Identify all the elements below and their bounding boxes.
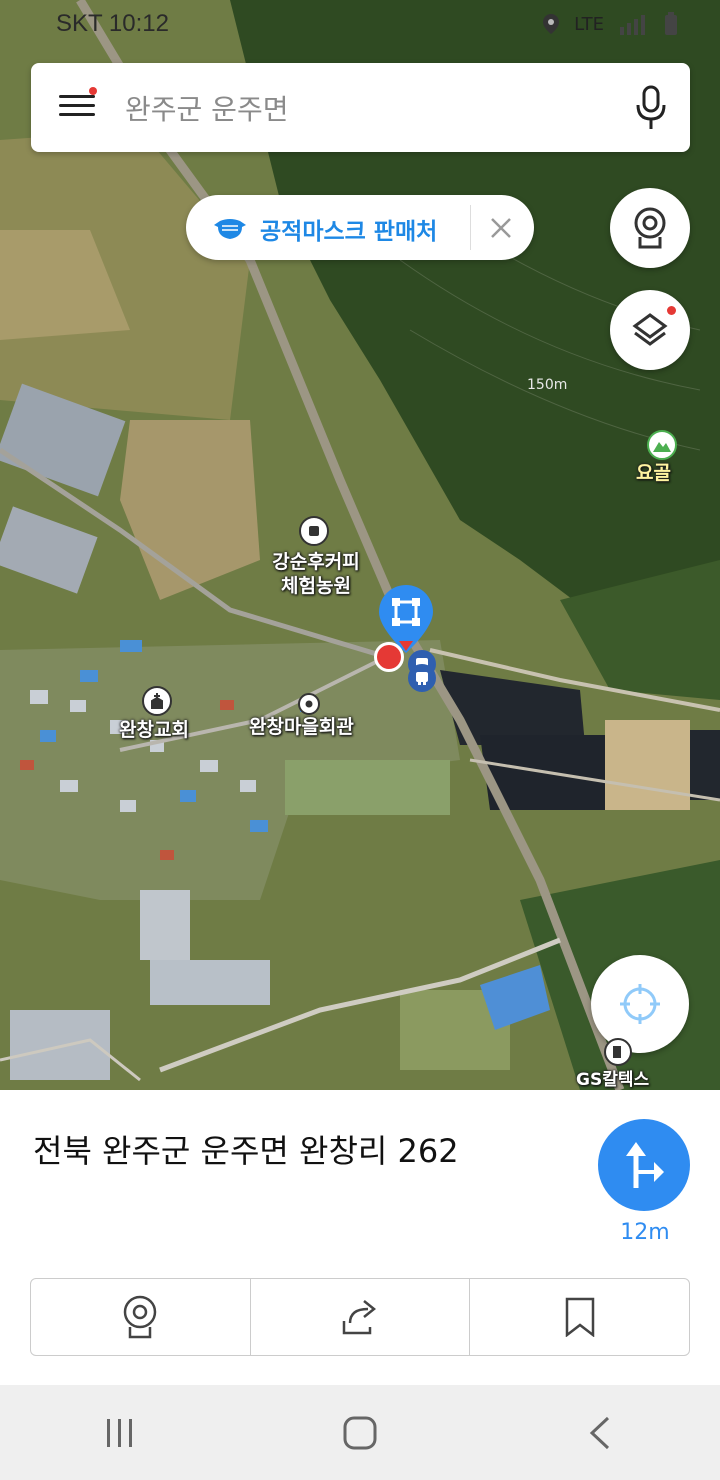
microphone-icon[interactable] — [634, 85, 668, 131]
home-button[interactable] — [330, 1403, 390, 1463]
turn-right-icon — [626, 1142, 664, 1188]
mask-seller-chip[interactable]: 공적마스크 판매처 — [186, 195, 534, 260]
action-bar — [30, 1278, 690, 1356]
layers-button[interactable] — [610, 290, 690, 370]
mask-seller-label: 공적마스크 판매처 — [260, 219, 438, 245]
home-icon — [343, 1416, 377, 1449]
recent-apps-icon — [107, 1418, 132, 1447]
menu-icon-line — [59, 95, 95, 98]
distance-label: 12m — [620, 1220, 670, 1245]
battery-icon — [665, 12, 677, 35]
mask-icon — [214, 219, 246, 239]
satellite-imagery — [0, 0, 720, 1090]
share-button[interactable] — [251, 1279, 471, 1355]
search-bar[interactable]: 완주군 운주면 — [31, 63, 690, 152]
close-icon[interactable] — [489, 216, 513, 240]
chip-divider — [470, 205, 471, 250]
layers-notification-dot — [667, 306, 676, 315]
share-icon — [342, 1300, 377, 1335]
cctv-icon — [124, 1295, 157, 1339]
church-poi-icon[interactable] — [142, 686, 172, 716]
menu-button[interactable] — [59, 87, 97, 125]
crosshair-icon — [620, 984, 660, 1024]
network-type: LTE — [574, 13, 604, 35]
valley-label: 요골 — [636, 462, 671, 484]
farm-label: 강순후커피 체험농원 — [272, 551, 360, 597]
current-location-dot — [374, 642, 404, 672]
notification-dot — [89, 87, 97, 95]
contour-label: 150m — [527, 377, 568, 393]
directions-button[interactable] — [598, 1119, 690, 1211]
recent-apps-button[interactable] — [90, 1403, 150, 1463]
map-view[interactable]: SKT 10:12 LTE 완주군 운주면 공적마스크 판매처 150m 요골 … — [0, 0, 720, 1090]
hall-label: 완창마을회관 — [249, 716, 354, 738]
cctv-button[interactable] — [610, 188, 690, 268]
gas-station-label: GS칼텍스 — [576, 1070, 650, 1090]
place-address: 전북 완주군 운주면 완창리 262 — [33, 1132, 459, 1170]
carrier-time: SKT 10:12 — [56, 10, 169, 37]
signal-icon — [620, 15, 645, 35]
back-icon — [589, 1416, 610, 1449]
my-location-button[interactable] — [591, 955, 689, 1053]
cctv-action-button[interactable] — [31, 1279, 251, 1355]
bus-stop-icon-2[interactable] — [408, 664, 436, 692]
status-bar: SKT 10:12 LTE — [0, 0, 720, 50]
cctv-icon — [634, 207, 666, 249]
search-input[interactable]: 완주군 운주면 — [125, 88, 288, 128]
back-button[interactable] — [570, 1403, 630, 1463]
bookmark-button[interactable] — [470, 1279, 689, 1355]
system-nav-bar — [0, 1385, 720, 1480]
bookmark-icon — [565, 1297, 594, 1337]
hall-poi-icon[interactable] — [298, 693, 320, 715]
farm-poi-icon[interactable] — [299, 516, 329, 546]
gas-station-icon[interactable] — [604, 1038, 632, 1066]
layers-icon — [632, 313, 668, 346]
church-label: 완창교회 — [119, 719, 189, 741]
location-status-icon — [543, 14, 560, 34]
mountain-poi-icon[interactable] — [647, 430, 677, 460]
place-sheet: 전북 완주군 운주면 완창리 262 12m — [0, 1090, 720, 1385]
